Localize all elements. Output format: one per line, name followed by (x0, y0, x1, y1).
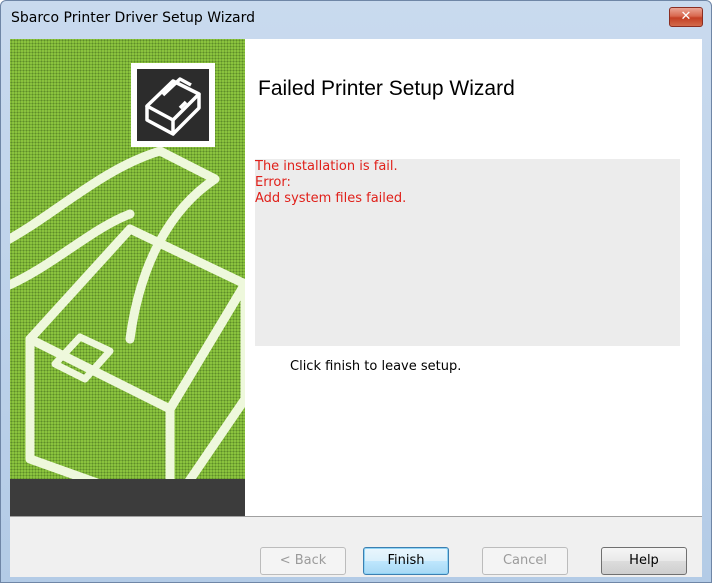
close-button[interactable]: ✕ (669, 7, 703, 27)
finish-hint-text: Click finish to leave setup. (290, 359, 462, 374)
wizard-content: Failed Printer Setup Wizard The installa… (245, 39, 702, 516)
cancel-button[interactable]: Cancel (482, 547, 568, 575)
wizard-banner (10, 39, 245, 516)
close-icon: ✕ (680, 9, 692, 24)
wizard-client-area: Failed Printer Setup Wizard The installa… (10, 39, 702, 577)
message-line: The installation is fail. (255, 159, 398, 174)
back-button[interactable]: < Back (260, 547, 346, 575)
finish-button[interactable]: Finish (363, 547, 449, 575)
help-button[interactable]: Help (601, 547, 687, 575)
message-line: Add system files failed. (255, 191, 407, 206)
banner-footer-strip (10, 479, 245, 516)
printer-icon (131, 63, 215, 147)
page-title: Failed Printer Setup Wizard (258, 77, 515, 100)
setup-wizard-window: Sbarco Printer Driver Setup Wizard ✕ Fai… (0, 0, 712, 583)
window-title: Sbarco Printer Driver Setup Wizard (11, 10, 256, 26)
title-bar[interactable]: Sbarco Printer Driver Setup Wizard ✕ (1, 1, 711, 39)
wizard-footer: < Back Finish Cancel Help (10, 517, 702, 577)
message-line: Error: (255, 175, 291, 190)
error-message-box: The installation is fail. Error: Add sys… (255, 159, 680, 346)
